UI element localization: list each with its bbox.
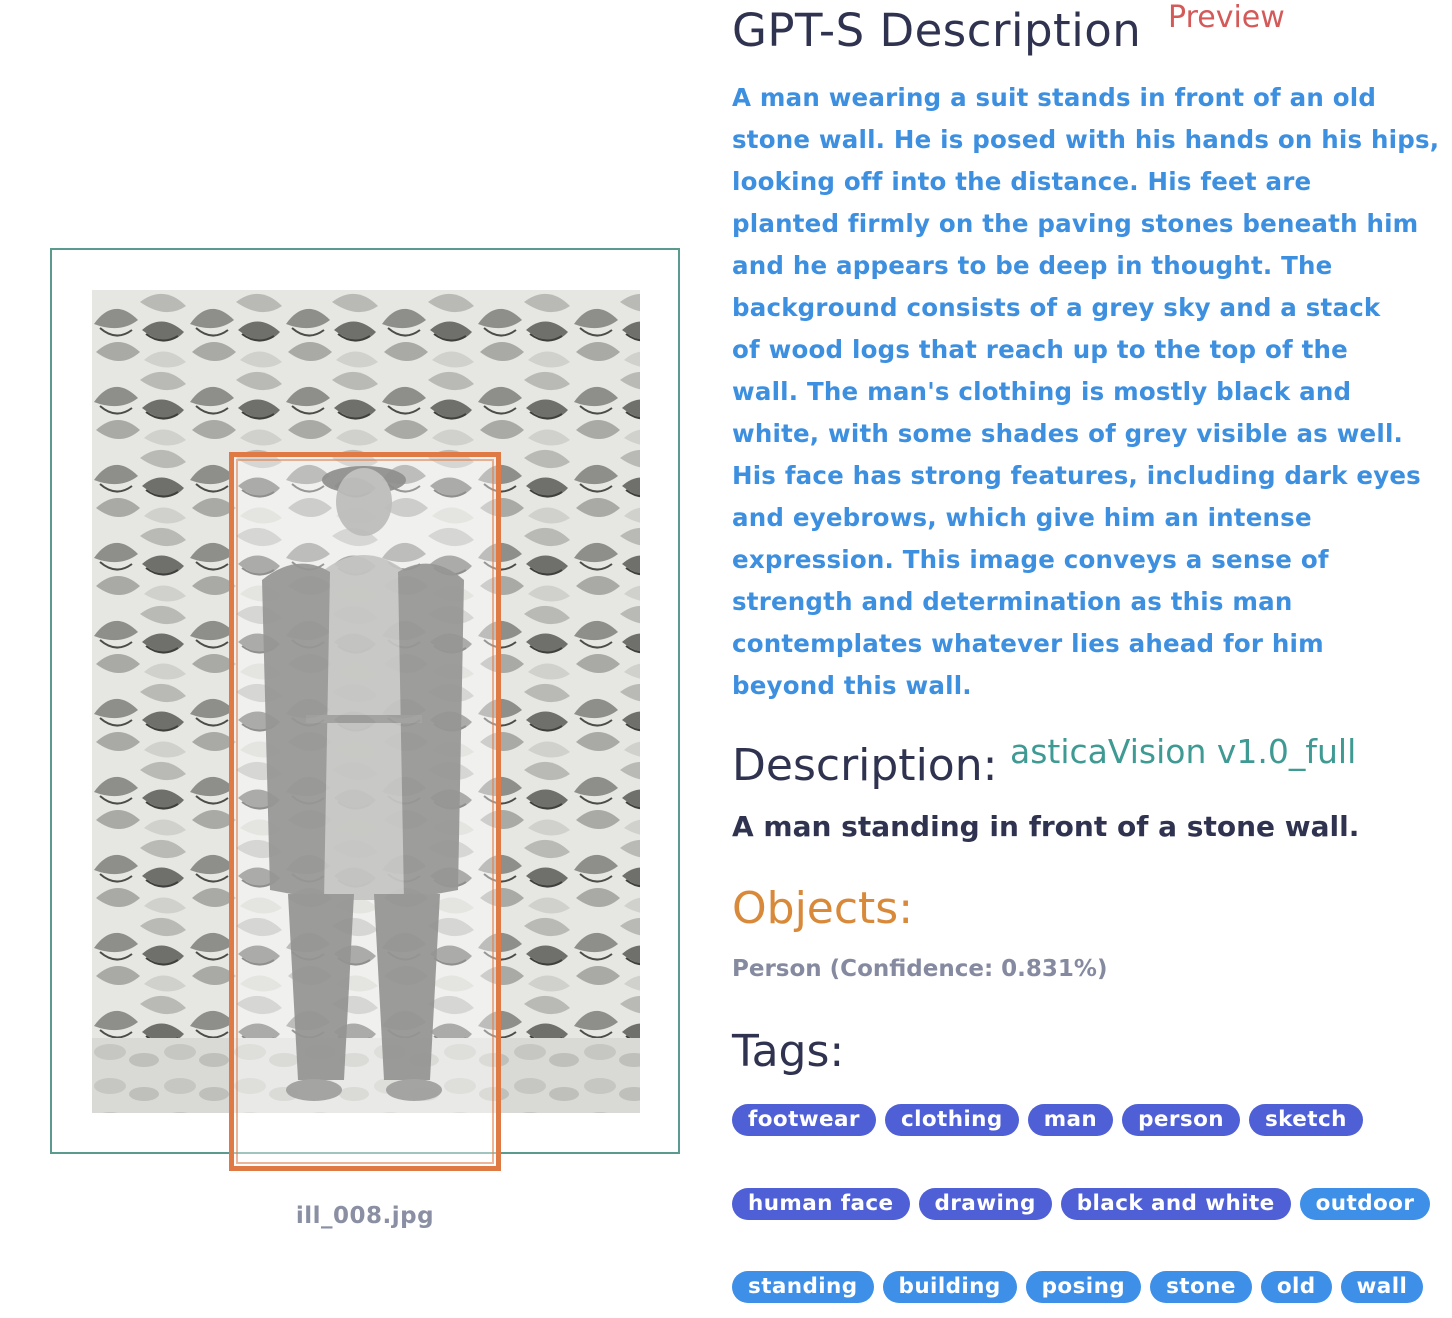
tag-wall[interactable]: wall — [1340, 1271, 1424, 1303]
gpt-line: and he appears to be deep in thought. Th… — [732, 251, 1333, 280]
object-item: Person (Confidence: 0.831%) — [732, 956, 1108, 982]
tag-person[interactable]: person — [1122, 1104, 1240, 1136]
gpt-line: background consists of a grey sky and a … — [732, 293, 1381, 322]
gpt-line: strength and determination as this man — [732, 587, 1293, 616]
tags-heading: Tags: — [732, 1026, 845, 1077]
tag-row: human face drawing black and white outdo… — [732, 1188, 1431, 1220]
gpt-description-text: A man wearing a suit stands in front of … — [732, 77, 1448, 707]
tag-black-and-white[interactable]: black and white — [1060, 1188, 1291, 1220]
gpt-line: His face has strong features, including … — [732, 461, 1421, 490]
objects-heading: Objects: — [732, 883, 914, 934]
gpt-description-heading: GPT-S Description — [732, 4, 1142, 57]
image-filename: ill_008.jpg — [295, 1203, 435, 1229]
gpt-line: contemplates whatever lies ahead for him — [732, 629, 1324, 658]
gpt-line: wall. The man's clothing is mostly black… — [732, 377, 1352, 406]
tag-drawing[interactable]: drawing — [918, 1188, 1052, 1220]
tag-row: footwear clothing man person sketch — [732, 1104, 1363, 1136]
tag-standing[interactable]: standing — [732, 1271, 874, 1303]
gpt-line: white, with some shades of grey visible … — [732, 419, 1404, 448]
model-version-label: asticaVision v1.0_full — [1010, 732, 1357, 771]
tag-man[interactable]: man — [1027, 1104, 1114, 1136]
preview-badge: Preview — [1168, 0, 1285, 35]
tag-human-face[interactable]: human face — [732, 1188, 910, 1220]
gpt-line: looking off into the distance. His feet … — [732, 167, 1312, 196]
person-bounding-box — [229, 452, 501, 1171]
gpt-line: and eyebrows, which give him an intense — [732, 503, 1312, 532]
gpt-line: of wood logs that reach up to the top of… — [732, 335, 1349, 364]
description-heading: Description: — [732, 740, 998, 791]
tag-clothing[interactable]: clothing — [884, 1104, 1019, 1136]
tag-old[interactable]: old — [1260, 1271, 1332, 1303]
gpt-line: stone wall. He is posed with his hands o… — [732, 125, 1440, 154]
gpt-line: expression. This image conveys a sense o… — [732, 545, 1329, 574]
gpt-line: planted firmly on the paving stones bene… — [732, 209, 1419, 238]
gpt-line: beyond this wall. — [732, 671, 972, 700]
tag-posing[interactable]: posing — [1025, 1271, 1142, 1303]
tag-footwear[interactable]: footwear — [732, 1104, 876, 1136]
description-text: A man standing in front of a stone wall. — [732, 810, 1360, 843]
tag-row: standing building posing stone old wall — [732, 1271, 1424, 1303]
tag-stone[interactable]: stone — [1150, 1271, 1252, 1303]
tag-building[interactable]: building — [882, 1271, 1017, 1303]
tag-outdoor[interactable]: outdoor — [1299, 1188, 1431, 1220]
tag-sketch[interactable]: sketch — [1248, 1104, 1363, 1136]
gpt-line: A man wearing a suit stands in front of … — [732, 83, 1377, 112]
